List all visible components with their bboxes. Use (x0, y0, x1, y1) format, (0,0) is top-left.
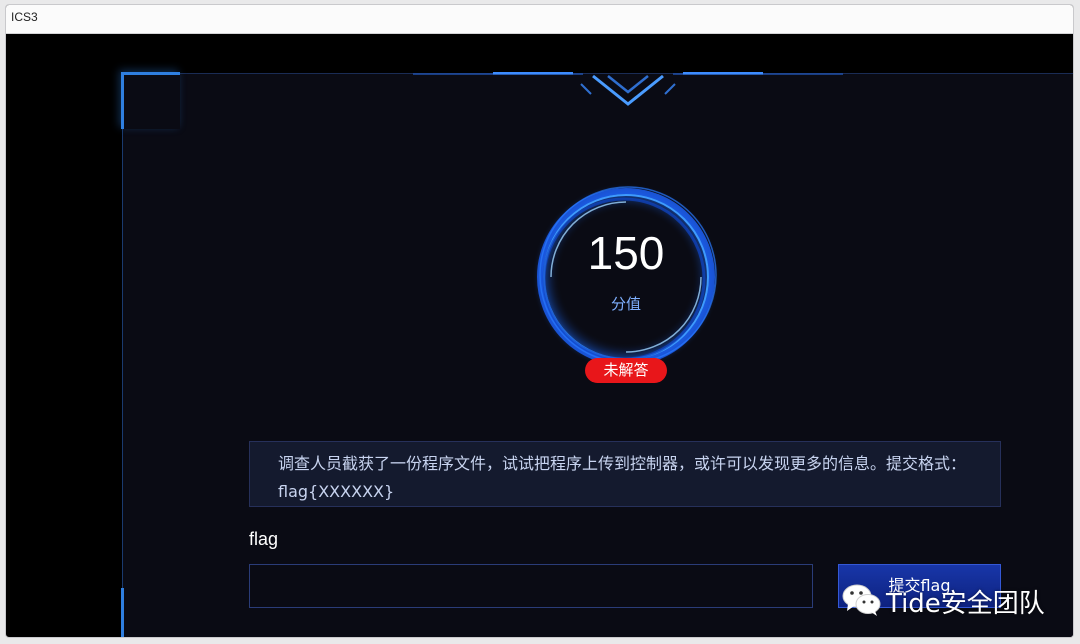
score-value: 150 (587, 227, 665, 279)
watermark: Tide安全团队 (842, 581, 1072, 621)
status-badge: 未解答 (585, 358, 667, 383)
window-title: ICS3 (11, 10, 38, 24)
corner-decoration-top-left (121, 72, 180, 129)
flag-label: flag (249, 529, 279, 549)
score-label: 分值 (610, 295, 641, 313)
challenge-description: 调查人员截获了一份程序文件，试试把程序上传到控制器，或许可以发现更多的信息。提交… (249, 441, 1001, 507)
corner-decoration-bottom-left (121, 588, 180, 637)
watermark-text: Tide安全团队 (886, 589, 1045, 619)
wechat-icon (842, 584, 881, 616)
app-window: ICS3 150 分值 未解答 调查人员截获了一份程序文件，试试把程序上传到控制… (5, 4, 1074, 638)
title-bar: ICS3 (6, 5, 1073, 34)
top-ornament-icon (413, 72, 843, 106)
flag-input[interactable] (249, 564, 813, 608)
challenge-panel: 150 分值 未解答 调查人员截获了一份程序文件，试试把程序上传到控制器，或许可… (121, 72, 1073, 637)
